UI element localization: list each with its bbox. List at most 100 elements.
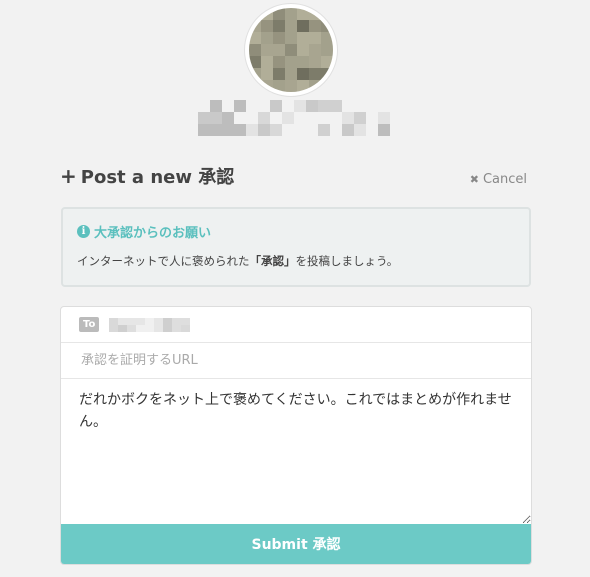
mosaic-cell — [321, 44, 333, 56]
mosaic-cell — [297, 80, 309, 92]
mosaic-cell — [285, 56, 297, 68]
mosaic-cell — [366, 100, 378, 112]
notice-body-prefix: インターネットで人に褒められた — [77, 254, 250, 268]
mosaic-cell — [210, 112, 222, 124]
mosaic-cell — [172, 317, 182, 325]
submit-button[interactable]: Submit 承認 — [61, 524, 531, 564]
mosaic-cell — [285, 20, 297, 32]
post-title-text: Post a new 承認 — [80, 167, 235, 188]
mosaic-cell — [309, 8, 321, 20]
mosaic-cell — [321, 68, 333, 80]
mosaic-cell — [297, 56, 309, 68]
mosaic-cell — [306, 124, 318, 136]
mosaic-cell — [321, 8, 333, 20]
mosaic-cell — [306, 100, 318, 112]
message-textarea[interactable]: だれかボクをネット上で褒めてください。これではまとめが作れません。 — [61, 379, 531, 525]
mosaic-cell — [181, 317, 191, 325]
avatar-image — [249, 8, 333, 92]
mosaic-cell — [246, 100, 258, 112]
mosaic-cell — [297, 68, 309, 80]
mosaic-cell — [261, 20, 273, 32]
mosaic-cell — [354, 112, 366, 124]
mosaic-cell — [210, 100, 222, 112]
notice-box: i 大承認からのお願い インターネットで人に褒められた「承認」を投稿しましょう。 — [61, 207, 531, 287]
mosaic-cell — [249, 80, 261, 92]
mosaic-cell — [378, 100, 390, 112]
cancel-label: Cancel — [482, 172, 527, 187]
mosaic-cell — [273, 80, 285, 92]
post-title: + Post a new 承認 — [60, 163, 234, 189]
mosaic-cell — [342, 124, 354, 136]
mosaic-cell — [258, 124, 270, 136]
mosaic-cell — [261, 44, 273, 56]
mosaic-cell — [261, 8, 273, 20]
mosaic-cell — [136, 324, 146, 332]
mosaic-cell — [249, 8, 261, 20]
mosaic-cell — [321, 80, 333, 92]
username-blurred — [198, 100, 392, 138]
mosaic-cell — [285, 44, 297, 56]
mosaic-cell — [118, 324, 128, 332]
mosaic-cell — [118, 317, 128, 325]
mosaic-cell — [273, 20, 285, 32]
mosaic-cell — [330, 124, 342, 136]
plus-icon: + — [60, 164, 77, 188]
mosaic-cell — [258, 112, 270, 124]
mosaic-cell — [249, 44, 261, 56]
mosaic-cell — [309, 80, 321, 92]
mosaic-cell — [282, 124, 294, 136]
mosaic-cell — [309, 20, 321, 32]
mosaic-cell — [270, 124, 282, 136]
mosaic-cell — [261, 80, 273, 92]
mosaic-cell — [282, 112, 294, 124]
mosaic-cell — [297, 20, 309, 32]
mosaic-cell — [366, 124, 378, 136]
mosaic-cell — [285, 68, 297, 80]
mosaic-cell — [318, 100, 330, 112]
mosaic-cell — [342, 100, 354, 112]
mosaic-cell — [261, 68, 273, 80]
mosaic-cell — [297, 32, 309, 44]
mosaic-cell — [273, 32, 285, 44]
recipient-row[interactable]: To — [61, 307, 531, 343]
mosaic-cell — [270, 100, 282, 112]
mosaic-cell — [261, 32, 273, 44]
mosaic-cell — [297, 8, 309, 20]
mosaic-cell — [273, 44, 285, 56]
mosaic-cell — [261, 56, 273, 68]
mosaic-cell — [273, 8, 285, 20]
mosaic-cell — [309, 56, 321, 68]
mosaic-cell — [330, 100, 342, 112]
mosaic-cell — [309, 68, 321, 80]
mosaic-cell — [145, 324, 155, 332]
mosaic-cell — [285, 32, 297, 44]
mosaic-cell — [354, 100, 366, 112]
mosaic-cell — [294, 124, 306, 136]
notice-body: インターネットで人に褒められた「承認」を投稿しましょう。 — [77, 253, 515, 269]
mosaic-cell — [318, 124, 330, 136]
close-icon: ✖ — [469, 173, 479, 186]
url-input[interactable] — [79, 352, 503, 369]
mosaic-cell — [321, 20, 333, 32]
mosaic-cell — [145, 317, 155, 325]
mosaic-cell — [354, 124, 366, 136]
mosaic-cell — [309, 44, 321, 56]
mosaic-cell — [154, 324, 164, 332]
url-row — [61, 343, 531, 379]
mosaic-cell — [210, 124, 222, 136]
mosaic-cell — [234, 112, 246, 124]
mosaic-cell — [321, 56, 333, 68]
post-form: To だれかボクをネット上で褒めてください。これではまとめが作れません。 Sub… — [60, 306, 532, 565]
avatar — [244, 3, 338, 97]
mosaic-cell — [222, 100, 234, 112]
mosaic-cell — [198, 112, 210, 124]
mosaic-cell — [330, 112, 342, 124]
mosaic-cell — [181, 324, 191, 332]
cancel-button[interactable]: ✖ Cancel — [470, 172, 527, 187]
to-badge: To — [79, 317, 100, 332]
mosaic-cell — [246, 124, 258, 136]
mosaic-cell — [154, 317, 164, 325]
mosaic-cell — [249, 56, 261, 68]
mosaic-cell — [234, 124, 246, 136]
mosaic-cell — [273, 56, 285, 68]
